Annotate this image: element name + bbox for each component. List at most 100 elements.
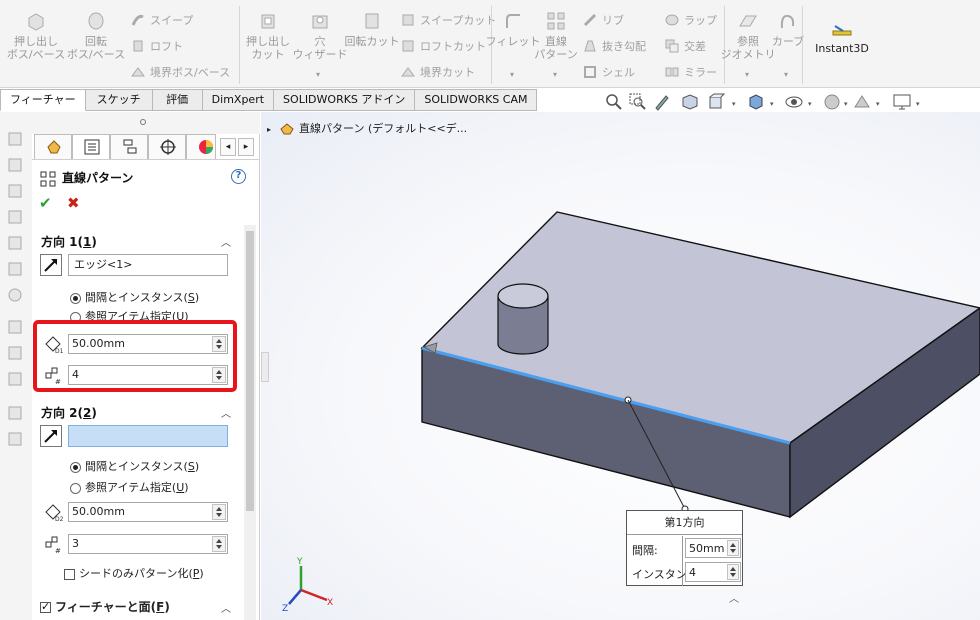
lofted-cut-button[interactable]: ロフトカット bbox=[400, 38, 486, 56]
strip-tool-10-icon[interactable] bbox=[6, 370, 24, 388]
tab-sketch[interactable]: スケッチ bbox=[85, 89, 153, 111]
mirror-button[interactable]: ミラー bbox=[664, 64, 717, 82]
direction2-reference-item-radio[interactable]: 参照アイテム指定(U) bbox=[70, 479, 189, 495]
previous-view-icon[interactable] bbox=[652, 92, 672, 112]
view-settings-monitor-icon[interactable] bbox=[892, 92, 912, 112]
tabs-scroll-left-icon[interactable]: ◂ bbox=[220, 138, 236, 156]
graphics-area[interactable]: ▸ 直線パターン (デフォルト<<デ... Y X Z 第1方向 間隔: 50m… bbox=[261, 112, 980, 620]
cylinder-top[interactable] bbox=[497, 283, 549, 309]
hide-show-items-icon[interactable] bbox=[784, 92, 804, 112]
ok-button[interactable]: ✔ bbox=[39, 194, 52, 212]
direction2-spacing-stepper[interactable]: 50.00mm bbox=[68, 502, 228, 522]
linear-pattern-dropdown-icon[interactable]: ▾ bbox=[553, 68, 557, 81]
tab-solidworks-addins[interactable]: SOLIDWORKS アドイン bbox=[274, 89, 416, 111]
view-orientation-icon[interactable] bbox=[706, 92, 726, 112]
revolved-boss-button[interactable]: 回転 ボス/ベース bbox=[62, 10, 130, 61]
tab-features[interactable]: フィーチャー bbox=[0, 89, 86, 111]
direction1-collapse-icon[interactable]: ︿ bbox=[221, 234, 231, 249]
wrap-label: ラップ bbox=[684, 14, 717, 27]
direction2-reverse-button[interactable] bbox=[40, 425, 62, 447]
tab-configuration-manager[interactable] bbox=[110, 134, 148, 159]
direction2-collapse-icon[interactable]: ︿ bbox=[221, 405, 231, 420]
tabs-scroll-right-icon[interactable]: ▸ bbox=[238, 138, 254, 156]
strip-tool-7-icon[interactable] bbox=[6, 286, 24, 304]
direction1-callout[interactable]: 第1方向 間隔: 50mm インスタンス: 4 bbox=[626, 510, 743, 586]
apply-scene-icon[interactable] bbox=[852, 92, 872, 112]
cancel-button[interactable]: ✖ bbox=[67, 194, 80, 212]
rib-button[interactable]: リブ bbox=[582, 12, 624, 30]
tab-dimxpert[interactable]: DimXpert bbox=[202, 89, 275, 111]
revolved-cut-button[interactable]: 回転カット bbox=[338, 10, 406, 48]
strip-tool-1-icon[interactable] bbox=[6, 130, 24, 148]
loft-button[interactable]: ロフト bbox=[130, 38, 183, 56]
wrap-button[interactable]: ラップ bbox=[664, 12, 717, 30]
spin-arrows-icon[interactable] bbox=[212, 504, 226, 520]
direction2-edge-field[interactable] bbox=[68, 425, 228, 447]
property-manager-scrollbar[interactable] bbox=[244, 225, 256, 620]
edit-appearance-icon[interactable] bbox=[822, 92, 842, 112]
direction1-reverse-button[interactable] bbox=[40, 254, 62, 276]
callout-spacing-stepper[interactable]: 50mm bbox=[685, 538, 741, 558]
scrollbar-thumb[interactable] bbox=[246, 231, 254, 511]
spin-arrows-icon[interactable] bbox=[727, 564, 739, 580]
view-settings-dropdown-icon[interactable]: ▾ bbox=[916, 100, 920, 108]
hide-show-dropdown-icon[interactable]: ▾ bbox=[808, 100, 812, 108]
fillet-dropdown-icon[interactable]: ▾ bbox=[510, 68, 514, 81]
strip-tool-6-icon[interactable] bbox=[6, 260, 24, 278]
strip-tool-8-icon[interactable] bbox=[6, 318, 24, 336]
direction2-instances-stepper[interactable]: 3 bbox=[68, 534, 228, 554]
revolved-boss-label: 回転 ボス/ベース bbox=[66, 35, 126, 61]
spin-arrows-icon[interactable] bbox=[212, 536, 226, 552]
spin-arrows-icon[interactable] bbox=[727, 540, 739, 556]
view-orientation-dropdown-icon[interactable]: ▾ bbox=[732, 100, 736, 108]
direction1-spacing-instances-radio[interactable]: 間隔とインスタンス(S) bbox=[70, 289, 199, 305]
strip-tool-4-icon[interactable] bbox=[6, 208, 24, 226]
direction1-spacing-instances-key: S bbox=[187, 291, 195, 304]
zoom-to-fit-icon[interactable] bbox=[604, 92, 624, 112]
draft-button[interactable]: 抜き勾配 bbox=[582, 38, 646, 56]
section-view-icon[interactable] bbox=[680, 92, 700, 112]
direction1-edge-field[interactable]: エッジ<1> bbox=[68, 254, 228, 276]
direction1-header[interactable]: 方向 1(1) bbox=[41, 233, 97, 250]
swept-cut-button[interactable]: スイープカット bbox=[400, 12, 496, 30]
tab-display-manager[interactable] bbox=[186, 134, 216, 159]
instant3d-button[interactable]: Instant3D bbox=[812, 22, 872, 55]
extruded-boss-button[interactable]: 押し出し ボス/ベース bbox=[2, 10, 70, 61]
boundary-boss-button[interactable]: 境界ボス/ベース bbox=[130, 64, 230, 82]
zoom-to-area-icon[interactable] bbox=[628, 92, 648, 112]
curves-dropdown-icon[interactable]: ▾ bbox=[784, 68, 788, 81]
strip-tool-9-icon[interactable] bbox=[6, 344, 24, 362]
tab-dimxpert-manager[interactable] bbox=[148, 134, 186, 159]
strip-tool-11-icon[interactable] bbox=[6, 404, 24, 422]
curves-button[interactable]: カーブ ▾ bbox=[760, 10, 816, 79]
tab-evaluate[interactable]: 評価 bbox=[152, 89, 203, 111]
strip-tool-3-icon[interactable] bbox=[6, 182, 24, 200]
boundary-cut-button[interactable]: 境界カット bbox=[400, 64, 475, 82]
features-faces-section[interactable]: フィーチャーと面(F) bbox=[40, 598, 170, 615]
linear-pattern-button[interactable]: 直線 パターン ▾ bbox=[526, 10, 586, 79]
direction2-spacing-instances-radio[interactable]: 間隔とインスタンス(S) bbox=[70, 458, 199, 474]
features-faces-collapse-icon[interactable]: ︿ bbox=[221, 600, 231, 615]
direction2-header[interactable]: 方向 2(2) bbox=[41, 404, 97, 421]
apply-scene-dropdown-icon[interactable]: ▾ bbox=[876, 100, 880, 108]
panel-splitter[interactable] bbox=[32, 112, 260, 134]
tab-property-manager[interactable] bbox=[72, 134, 110, 159]
help-icon[interactable]: ? bbox=[231, 169, 246, 184]
shell-button[interactable]: シェル bbox=[582, 64, 635, 82]
direction2-header-text: 方向 2( bbox=[41, 406, 84, 420]
tab-feature-manager[interactable] bbox=[34, 134, 72, 159]
edit-appearance-dropdown-icon[interactable]: ▾ bbox=[844, 100, 848, 108]
display-style-dropdown-icon[interactable]: ▾ bbox=[770, 100, 774, 108]
strip-tool-2-icon[interactable] bbox=[6, 156, 24, 174]
strip-tool-12-icon[interactable] bbox=[6, 430, 24, 448]
hole-wizard-dropdown-icon[interactable]: ▾ bbox=[316, 68, 320, 81]
intersect-button[interactable]: 交差 bbox=[664, 38, 706, 56]
tab-solidworks-cam[interactable]: SOLIDWORKS CAM bbox=[415, 89, 538, 111]
strip-tool-5-icon[interactable] bbox=[6, 234, 24, 252]
reference-geometry-dropdown-icon[interactable]: ▾ bbox=[745, 68, 749, 81]
callout-instances-stepper[interactable]: 4 bbox=[685, 562, 741, 582]
callout-collapse-icon[interactable]: ︿ bbox=[729, 590, 739, 605]
display-style-icon[interactable] bbox=[746, 92, 766, 112]
sweep-button[interactable]: スイープ bbox=[130, 12, 193, 30]
seed-only-checkbox[interactable]: シードのみパターン化(P) bbox=[64, 565, 204, 581]
